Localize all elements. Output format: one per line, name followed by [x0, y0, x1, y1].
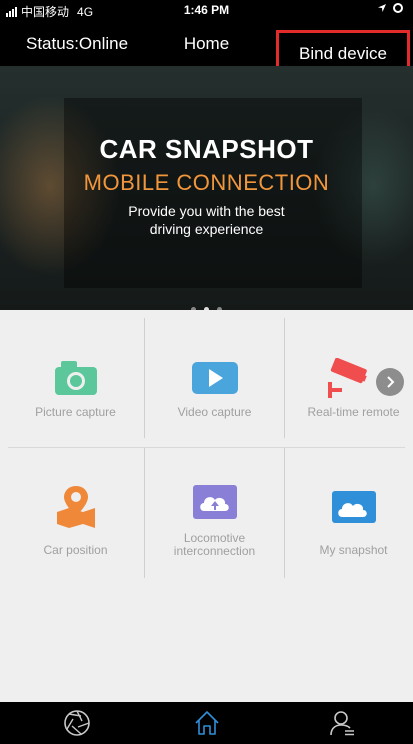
status-right — [377, 3, 403, 13]
picture-capture-tile[interactable]: Picture capture — [7, 310, 144, 440]
banner-tagline-line1: Provide you with the best — [128, 203, 285, 219]
banner-tagline: Provide you with the best driving experi… — [0, 202, 413, 238]
video-icon — [191, 362, 238, 394]
car-position-label: Car position — [43, 543, 108, 557]
user-icon — [330, 711, 354, 736]
feature-grid: Picture capture Video capture Real-time … — [0, 310, 413, 702]
video-capture-tile[interactable]: Video capture — [146, 310, 283, 440]
banner-subtitle: MOBILE CONNECTION — [83, 170, 330, 195]
chevron-right-icon — [387, 376, 395, 388]
camera-icon — [54, 361, 97, 395]
bottom-tabbar — [0, 702, 413, 744]
real-time-remote-label: Real-time remote — [307, 405, 400, 419]
picture-capture-label: Picture capture — [35, 405, 116, 419]
bind-device-label: Bind device — [299, 44, 387, 63]
car-position-tile[interactable]: Car position — [7, 448, 144, 578]
locomotive-interconnection-label: Locomotive interconnection — [146, 532, 283, 558]
tab-home[interactable] — [187, 702, 227, 744]
map-pin-icon — [56, 486, 95, 528]
banner-title: CAR SNAPSHOT — [99, 134, 314, 164]
video-capture-label: Video capture — [177, 405, 252, 419]
tab-aperture[interactable] — [57, 702, 97, 744]
locomotive-label-line2: interconnection — [173, 544, 256, 558]
promo-banner[interactable]: CAR SNAPSHOT MOBILE CONNECTION Provide y… — [0, 66, 413, 310]
cloud-photo-icon — [331, 491, 376, 523]
home-icon — [195, 711, 219, 735]
my-snapshot-tile[interactable]: My snapshot — [285, 448, 413, 578]
divider — [144, 448, 145, 578]
location-arrow-icon — [378, 4, 386, 12]
aperture-icon — [64, 710, 90, 736]
cloud-upload-icon — [192, 485, 237, 519]
tab-profile[interactable] — [322, 702, 362, 744]
next-page-button[interactable] — [376, 368, 404, 396]
status-bar: 中国移动 4G 1:46 PM — [0, 0, 413, 20]
top-navbar: Status:Online Home Bind device — [0, 20, 413, 78]
locomotive-interconnection-tile[interactable]: Locomotive interconnection — [146, 448, 283, 578]
carousel-indicator[interactable] — [0, 299, 413, 310]
clock: 1:46 PM — [183, 3, 230, 17]
divider — [144, 318, 145, 438]
my-snapshot-label: My snapshot — [319, 543, 388, 557]
cctv-icon — [327, 358, 367, 398]
banner-tagline-line2: driving experience — [149, 221, 264, 237]
alarm-icon — [393, 3, 403, 13]
